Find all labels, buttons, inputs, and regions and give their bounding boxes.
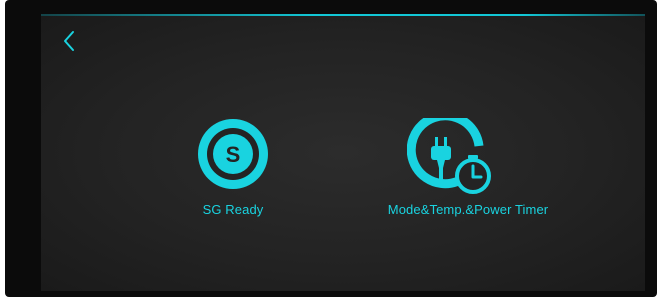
sg-ready-label: SG Ready [202,202,264,217]
svg-text:S: S [226,142,241,167]
top-accent-line [41,14,645,16]
back-button[interactable] [59,28,83,54]
device-bezel: S SG Ready Mode&Temp.&Power Timer [5,0,657,297]
sg-ready-icon: S [191,118,281,198]
screen: S SG Ready Mode&Temp.&Power Timer [41,14,645,291]
mode-temp-power-timer-tile[interactable]: Mode&Temp.&Power Timer [351,111,561,238]
plug-timer-icon [406,111,497,198]
sg-ready-tile[interactable]: S SG Ready [181,118,291,238]
chevron-left-icon [64,31,74,51]
mode-temp-power-timer-label: Mode&Temp.&Power Timer [387,202,549,217]
